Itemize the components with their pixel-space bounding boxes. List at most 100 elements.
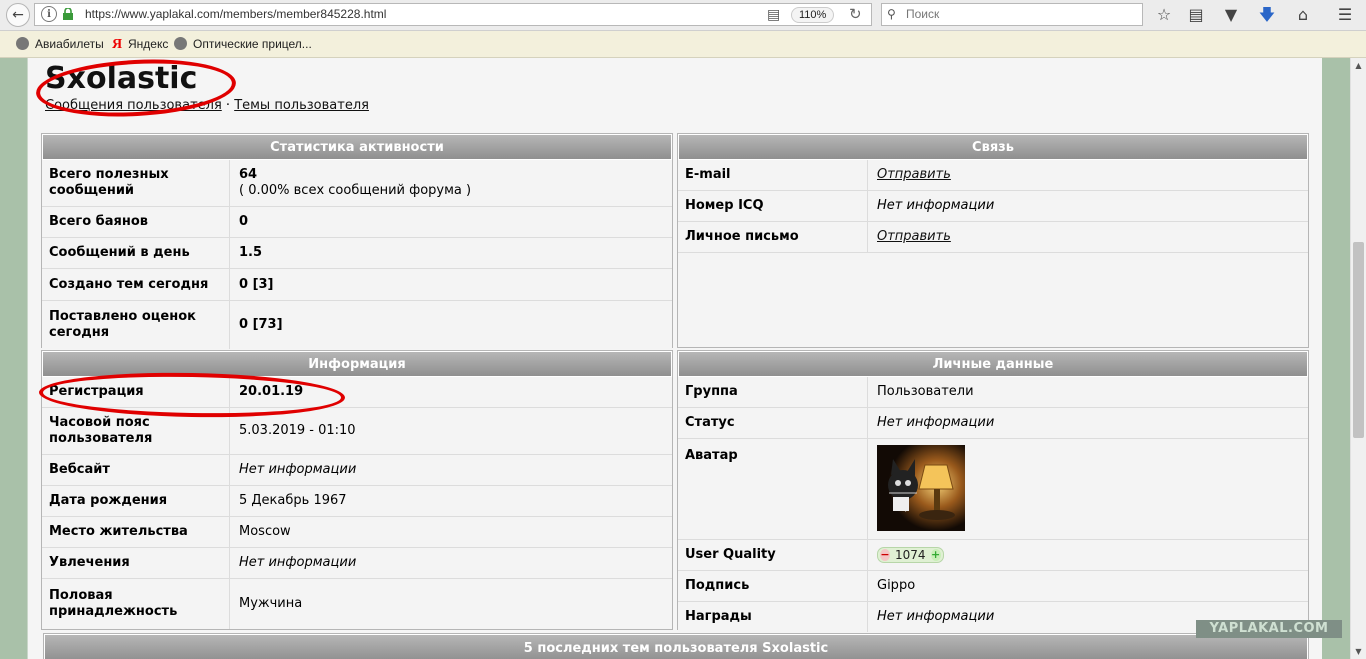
row-value: Gippo xyxy=(877,578,916,593)
row-label: Личное письмо xyxy=(678,222,868,252)
address-bar[interactable]: i https://www.yaplakal.com/members/membe… xyxy=(34,3,872,26)
email-send-link[interactable]: Отправить xyxy=(877,167,951,183)
row-value: Пользователи xyxy=(877,384,974,399)
row-value xyxy=(870,439,1308,539)
globe-icon xyxy=(174,37,187,50)
info-icon[interactable]: i xyxy=(41,6,57,22)
info-header: Информация xyxy=(42,351,672,377)
bookmark-star-icon[interactable]: ☆ xyxy=(1153,4,1175,26)
bookmark-item[interactable]: Оптические прицел... xyxy=(174,37,312,51)
lock-icon xyxy=(63,8,73,20)
row-value: 5 Декабрь 1967 xyxy=(239,493,347,508)
avatar-image xyxy=(877,445,965,531)
search-placeholder: Поиск xyxy=(906,7,940,21)
personal-panel: Личные данные Группа Пользователи Статус… xyxy=(677,350,1309,632)
row-label: Создано тем сегодня xyxy=(42,269,230,300)
row-label: Аватар xyxy=(678,439,868,539)
avatar xyxy=(877,445,965,531)
row-label: Увлечения xyxy=(42,548,230,578)
user-topics-link[interactable]: Темы пользователя xyxy=(234,98,369,113)
table-row: Сообщений в день 1.5 xyxy=(42,238,672,269)
row-value: 5.03.2019 - 01:10 xyxy=(239,423,356,438)
row-value: Отправить xyxy=(870,160,1308,190)
row-label: Награды xyxy=(678,602,868,632)
rate-down-button[interactable]: − xyxy=(880,549,890,561)
table-row: Поставлено оценок сегодня 0 [73] xyxy=(42,301,672,349)
table-row: Подпись Gippo xyxy=(678,571,1308,602)
reload-icon[interactable]: ↻ xyxy=(849,5,862,23)
user-links: Сообщения пользователя · Темы пользовате… xyxy=(45,98,369,113)
table-row: Увлечения Нет информации xyxy=(42,548,672,579)
table-row: Аватар xyxy=(678,439,1308,540)
row-label: Всего полезных сообщений xyxy=(42,160,230,206)
stats-header: Статистика активности xyxy=(42,134,672,160)
table-row: Статус Нет информации xyxy=(678,408,1308,439)
scroll-down-icon[interactable]: ▼ xyxy=(1351,644,1366,659)
download-icon[interactable]: 🡇 xyxy=(1256,4,1278,26)
row-value: Мужчина xyxy=(239,596,303,611)
row-label: Дата рождения xyxy=(42,486,230,516)
row-label: Сообщений в день xyxy=(42,238,230,268)
user-quality-widget: − 1074 + xyxy=(877,547,944,563)
table-row: E-mail Отправить xyxy=(678,160,1308,191)
yandex-icon: Я xyxy=(112,37,123,52)
link-separator: · xyxy=(225,98,231,113)
url-text[interactable]: https://www.yaplakal.com/members/member8… xyxy=(85,7,386,21)
table-row: Номер ICQ Нет информации xyxy=(678,191,1308,222)
last-topics-header: 5 последних тем пользователя Sxolastic xyxy=(44,634,1308,659)
globe-icon xyxy=(16,37,29,50)
watermark-logo: YAPLAKAL.COM xyxy=(1196,620,1342,638)
row-label: Часовой пояс пользователя xyxy=(42,408,230,454)
row-value: Нет информации xyxy=(877,198,995,213)
table-row: Вебсайт Нет информации xyxy=(42,455,672,486)
row-label: Регистрация xyxy=(42,377,230,407)
row-value: Отправить xyxy=(870,222,1308,252)
zoom-indicator[interactable]: 110% xyxy=(791,7,835,23)
registration-date: 20.01.19 xyxy=(239,384,304,399)
rate-up-button[interactable]: + xyxy=(930,549,941,561)
pocket-icon[interactable]: ▼ xyxy=(1220,4,1242,26)
row-value: 1.5 xyxy=(239,245,263,260)
table-row: User Quality − 1074 + xyxy=(678,540,1308,571)
row-value: 0 xyxy=(239,214,249,229)
clipboard-icon[interactable]: ▤ xyxy=(1185,4,1207,26)
back-button[interactable]: ← xyxy=(6,3,30,27)
table-row: Дата рождения 5 Декабрь 1967 xyxy=(42,486,672,517)
row-label: Номер ICQ xyxy=(678,191,868,221)
scrollbar-thumb[interactable] xyxy=(1353,242,1364,438)
row-label: Подпись xyxy=(678,571,868,601)
search-bar[interactable]: ⚲ Поиск xyxy=(881,3,1143,26)
row-label: Половая принадлежность xyxy=(42,579,230,629)
useful-posts-count: 64 xyxy=(239,167,258,182)
row-label: Вебсайт xyxy=(42,455,230,485)
user-posts-link[interactable]: Сообщения пользователя xyxy=(45,98,222,113)
table-row: Создано тем сегодня 0 [3] xyxy=(42,269,672,301)
row-label: User Quality xyxy=(678,540,868,570)
row-label: E-mail xyxy=(678,160,868,190)
search-icon: ⚲ xyxy=(887,7,896,21)
reader-view-icon[interactable]: ▤ xyxy=(767,7,780,23)
row-value: Нет информации xyxy=(877,415,995,430)
bookmark-item[interactable]: Я Яндекс xyxy=(112,37,168,53)
bookmarks-bar: Авиабилеты Я Яндекс Оптические прицел... xyxy=(0,31,1366,58)
table-row: Личное письмо Отправить xyxy=(678,222,1308,253)
bookmark-item[interactable]: Авиабилеты xyxy=(16,37,104,51)
personal-header: Личные данные xyxy=(678,351,1308,377)
table-row: Группа Пользователи xyxy=(678,377,1308,408)
menu-icon[interactable]: ☰ xyxy=(1334,4,1356,26)
table-row: Половая принадлежность Мужчина xyxy=(42,579,672,629)
table-row: Часовой пояс пользователя 5.03.2019 - 01… xyxy=(42,408,672,455)
page-title: Sxolastic xyxy=(45,61,198,96)
row-value: 64 ( 0.00% всех сообщений форума ) xyxy=(232,160,672,206)
scroll-up-icon[interactable]: ▲ xyxy=(1351,58,1366,73)
row-label: Место жительства xyxy=(42,517,230,547)
row-label: Поставлено оценок сегодня xyxy=(42,301,230,349)
pm-send-link[interactable]: Отправить xyxy=(877,229,951,245)
page-content: Sxolastic Сообщения пользователя · Темы … xyxy=(27,58,1322,659)
page-scrollbar[interactable]: ▲ ▼ xyxy=(1350,58,1366,659)
home-icon[interactable]: ⌂ xyxy=(1292,4,1314,26)
browser-toolbar: ← i https://www.yaplakal.com/members/mem… xyxy=(0,0,1366,31)
contact-header: Связь xyxy=(678,134,1308,160)
row-value: Moscow xyxy=(239,524,291,539)
last-topics-panel: 5 последних тем пользователя Sxolastic xyxy=(43,633,1309,659)
